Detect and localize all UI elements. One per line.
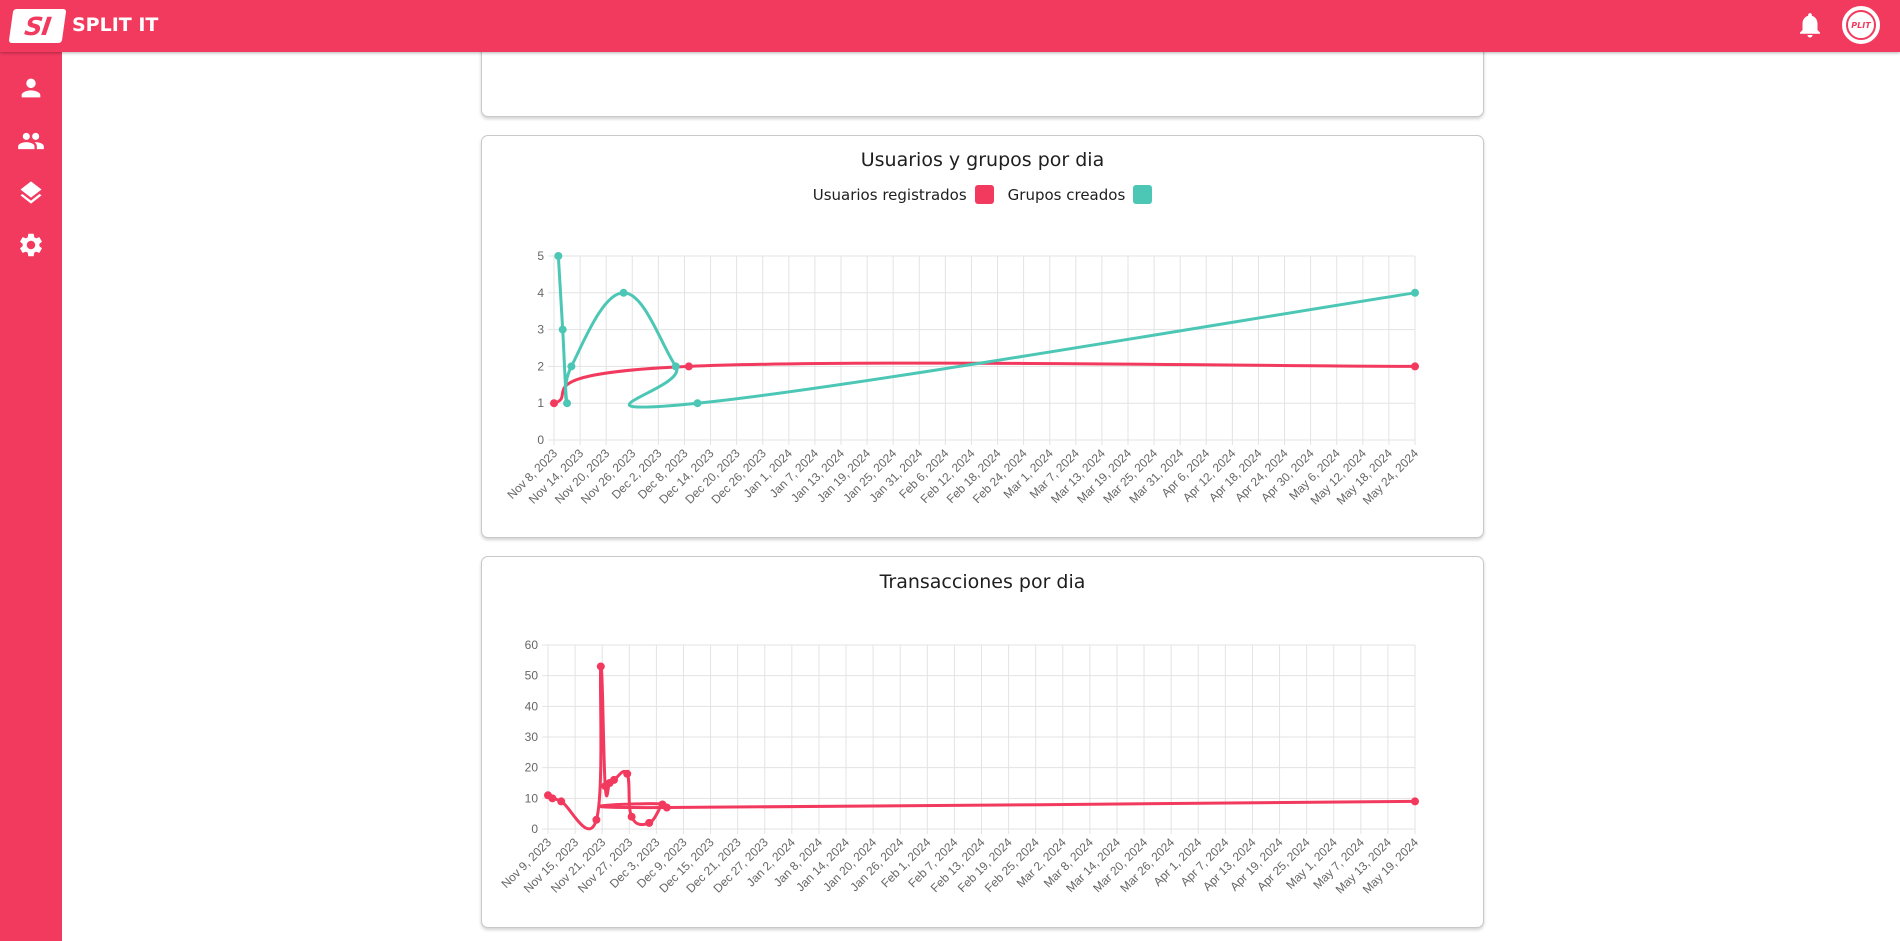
data-point (662, 803, 671, 812)
series-line (556, 255, 1416, 409)
y-tick-label: 30 (525, 730, 539, 744)
app-name: SPLIT IT (72, 14, 159, 36)
data-point (1411, 797, 1419, 806)
series-line (553, 361, 1416, 405)
data-point (550, 399, 558, 408)
y-tick-label: 50 (525, 669, 539, 683)
data-point (557, 797, 566, 806)
data-point (619, 288, 628, 297)
avatar-logo: PLIT (1846, 10, 1876, 40)
data-point (596, 662, 605, 671)
data-point (1411, 288, 1419, 297)
y-tick-label: 4 (537, 286, 544, 300)
data-point (548, 794, 557, 803)
y-tick-label: 5 (537, 249, 544, 263)
y-tick-label: 3 (537, 323, 544, 337)
top-bar: SI SPLIT IT PLIT (0, 0, 1900, 52)
y-tick-label: 1 (537, 396, 544, 410)
data-point (610, 775, 619, 784)
data-point (623, 769, 632, 778)
data-point (558, 325, 567, 334)
data-point (684, 362, 693, 371)
data-point (563, 399, 572, 408)
avatar[interactable]: PLIT (1842, 6, 1880, 44)
layers-icon[interactable] (17, 179, 45, 207)
logo-mark[interactable]: SI (8, 9, 67, 43)
y-tick-label: 60 (525, 638, 539, 652)
transactions-chart: 0102030405060Nov 9, 2023Nov 15, 2023Nov … (498, 638, 1421, 897)
data-point (645, 818, 654, 827)
data-point (1411, 362, 1419, 371)
y-tick-label: 2 (537, 359, 544, 373)
user-icon[interactable] (17, 74, 45, 102)
data-point (671, 362, 680, 371)
sidebar (0, 52, 62, 941)
y-tick-label: 10 (525, 791, 539, 805)
y-tick-label: 20 (525, 761, 539, 775)
y-tick-label: 0 (531, 822, 538, 836)
y-tick-label: 0 (537, 433, 544, 447)
data-point (693, 399, 702, 408)
data-point (554, 252, 563, 260)
data-point (567, 362, 576, 371)
gear-icon[interactable] (17, 231, 45, 259)
data-point (627, 812, 636, 821)
data-point (592, 815, 601, 824)
transactions-chart-card: Transacciones por dia 0 10 20 30 40 50 60 Nov 9… (481, 556, 1484, 928)
y-tick-label: 40 (525, 699, 539, 713)
users-groups-chart: 012345Nov 8, 2023Nov 14, 2023Nov 20, 202… (504, 249, 1421, 508)
bell-icon[interactable] (1795, 9, 1825, 41)
group-icon[interactable] (17, 127, 45, 155)
users-groups-chart-card: Usuarios y grupos por dia Usuarios regis… (481, 135, 1484, 538)
